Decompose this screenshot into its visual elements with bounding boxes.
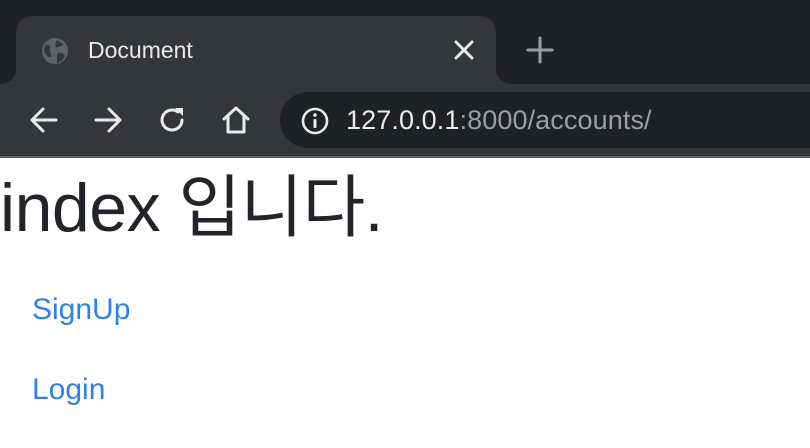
browser-toolbar: 127.0.0.1:8000/accounts/ [0,84,810,156]
page-title: index 입니다. [0,170,384,246]
home-icon[interactable] [220,104,252,136]
info-icon[interactable] [300,106,330,136]
tab-document[interactable]: Document [0,16,512,84]
url-host: 127.0.0.1 [346,105,460,135]
tab-strip: Document [0,0,810,84]
plus-icon[interactable] [524,34,556,66]
globe-icon [40,36,70,66]
url-text[interactable]: 127.0.0.1:8000/accounts/ [346,104,652,136]
tab-title: Document [88,37,193,63]
reload-icon[interactable] [156,104,188,136]
chrome-divider [0,156,810,158]
url-path: :8000/accounts/ [459,105,652,135]
address-bar[interactable]: 127.0.0.1:8000/accounts/ [280,92,810,148]
login-link[interactable]: Login [32,372,105,408]
arrow-right-icon[interactable] [92,104,124,136]
arrow-left-icon[interactable] [28,104,60,136]
signup-link[interactable]: SignUp [32,292,130,328]
close-icon[interactable] [450,36,478,64]
